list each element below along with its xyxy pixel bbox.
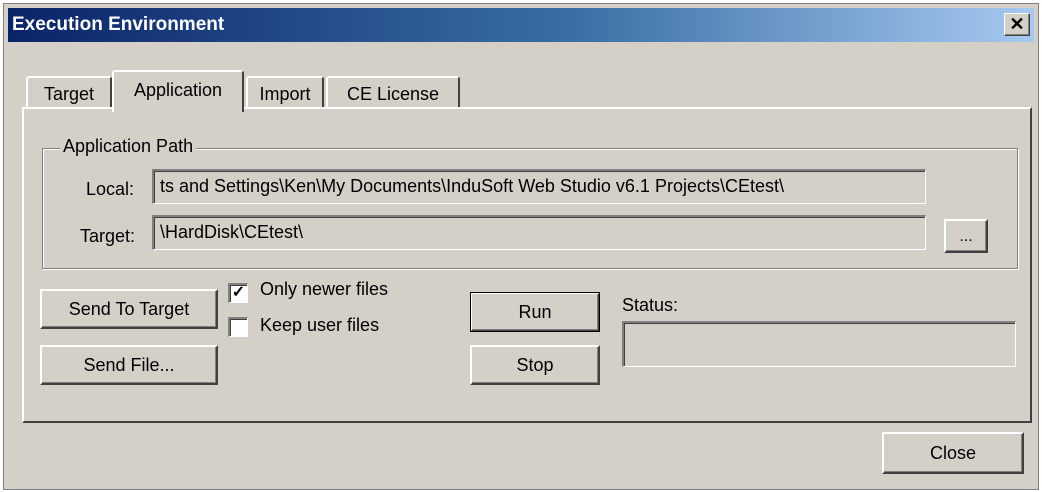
target-label: Target: <box>80 226 136 246</box>
close-icon[interactable]: ✕ <box>1004 13 1030 36</box>
title-bar[interactable]: Execution Environment ✕ <box>8 8 1034 42</box>
tab-ce-license[interactable]: CE License <box>326 76 460 110</box>
send-file-button[interactable]: Send File... <box>40 345 218 385</box>
local-label: Local: <box>86 179 135 199</box>
send-to-target-button[interactable]: Send To Target <box>40 289 218 329</box>
status-field <box>622 321 1016 367</box>
execution-environment-dialog: Execution Environment ✕ Target Applicati… <box>3 3 1039 490</box>
only-newer-files-label: Only newer files <box>260 279 389 299</box>
application-path-group-label: Application Path <box>60 136 197 157</box>
only-newer-files-checkbox[interactable]: ✓ <box>228 283 248 303</box>
browse-button[interactable]: ... <box>944 219 988 253</box>
keep-user-files-label: Keep user files <box>260 315 380 335</box>
application-path-group <box>42 148 1018 269</box>
close-button[interactable]: Close <box>882 432 1024 474</box>
application-tab-panel: Application Path Local: ts and Settings\… <box>22 107 1032 423</box>
local-path-field[interactable]: ts and Settings\Ken\My Documents\InduSof… <box>152 169 926 204</box>
tab-import[interactable]: Import <box>246 76 324 110</box>
run-button[interactable]: Run <box>470 292 600 332</box>
stop-button[interactable]: Stop <box>470 345 600 385</box>
tab-application[interactable]: Application <box>112 70 244 112</box>
status-label: Status: <box>622 295 679 315</box>
keep-user-files-checkbox[interactable] <box>228 317 248 337</box>
tab-target[interactable]: Target <box>26 76 112 110</box>
target-path-field[interactable]: \HardDisk\CEtest\ <box>152 215 926 250</box>
window-title: Execution Environment <box>12 14 225 35</box>
